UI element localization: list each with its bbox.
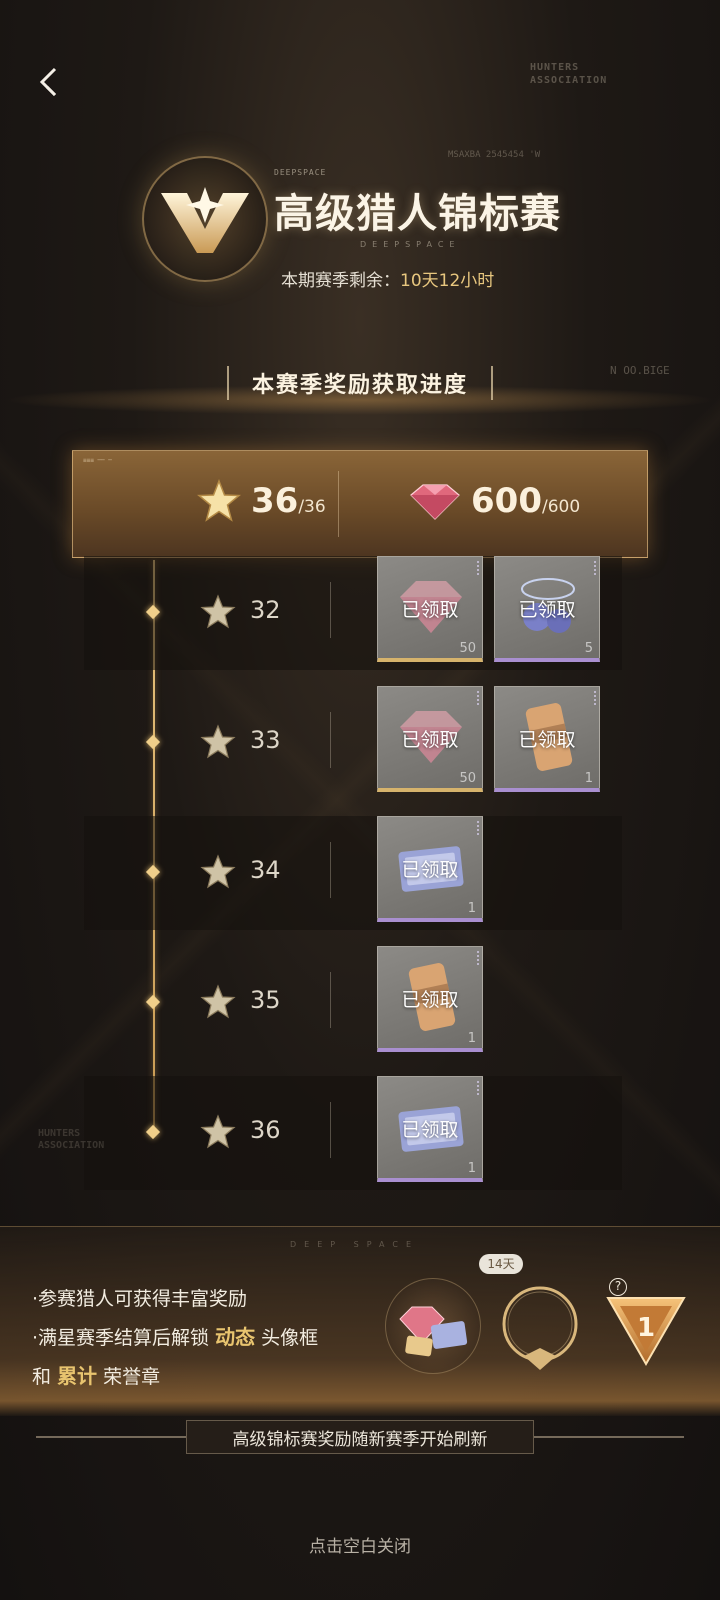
tier-row: 33 已领取 50 已领取 1 [84, 686, 622, 800]
note-line-1: ·参赛猎人可获得丰富奖励 [32, 1288, 248, 1310]
claimed-label: 已领取 [401, 729, 459, 751]
reward-slot[interactable]: 已领取 1 [377, 946, 483, 1052]
reward-quantity: 1 [467, 901, 476, 916]
reward-slot[interactable]: 已领取 50 [377, 556, 483, 662]
tier-divider [330, 972, 331, 1028]
reward-quantity: 1 [584, 771, 593, 786]
tier-divider [330, 712, 331, 768]
timeline-node [145, 994, 161, 1010]
season-remaining: 本期赛季剩余：10天12小时 [281, 266, 494, 291]
refresh-notice: 高级锦标赛奖励随新赛季开始刷新 [186, 1420, 534, 1454]
tier-divider [330, 1102, 331, 1158]
refresh-line-right [534, 1436, 684, 1438]
claimed-label: 已领取 [518, 729, 576, 751]
back-arrow-icon [39, 67, 57, 97]
rarity-marker [475, 1081, 479, 1095]
tier-divider [330, 842, 331, 898]
rarity-marker [475, 951, 479, 965]
rarity-marker [475, 691, 479, 705]
reward-notes: ·参赛猎人可获得丰富奖励 ·满星赛季结算后解锁 动态 头像框 和 累计 荣誉章 [32, 1280, 318, 1396]
title-watermark: DEEPSPACE [360, 240, 461, 249]
claimed-label: 已领取 [401, 989, 459, 1011]
help-icon[interactable]: ? [609, 1278, 627, 1296]
tier-stars: 36 [250, 1116, 281, 1144]
claimed-label: 已领取 [401, 599, 459, 621]
avatar-frame-reward[interactable] [492, 1278, 588, 1374]
duration-badge: 14天 [479, 1254, 523, 1274]
tier-stars: 33 [250, 726, 281, 754]
tier-stars: 32 [250, 596, 281, 624]
hunter-v-emblem-icon [161, 187, 249, 253]
gems-bundle-reward[interactable] [385, 1278, 481, 1374]
rarity-marker [475, 561, 479, 575]
summary-divider [338, 471, 339, 537]
section-title: 本赛季奖励获取进度 [227, 366, 493, 400]
deep-space-label: DEEP SPACE [290, 1240, 419, 1249]
tier-row: 32 已领取 50 已领取 5 [84, 556, 622, 670]
title-small-label: DEEPSPACE [274, 168, 327, 177]
claimed-label: 已领取 [401, 859, 459, 881]
tier-row: 34 已领取 1 [84, 816, 622, 930]
gem-icon [410, 484, 460, 520]
tier-stars: 35 [250, 986, 281, 1014]
summary-deco-tag: ≡≡≡ ── ─ [83, 457, 112, 464]
timeline-node [145, 864, 161, 880]
hunters-association-watermark: HUNTERS ASSOCIATION [38, 1128, 105, 1151]
stars-current: 36 [251, 481, 299, 521]
gems-bundle-icon [399, 1306, 468, 1357]
medal-number: 1 [637, 1313, 655, 1343]
refresh-line-left [36, 1436, 186, 1438]
reward-slot[interactable]: 已领取 1 [377, 1076, 483, 1182]
rarity-marker [592, 691, 596, 705]
reward-slot[interactable]: 已领取 50 [377, 686, 483, 792]
note-line-3: 和 累计 荣誉章 [32, 1364, 161, 1388]
reward-quantity: 1 [467, 1161, 476, 1176]
note-line-2: ·满星赛季结算后解锁 动态 头像框 [32, 1325, 319, 1349]
reward-quantity: 5 [584, 641, 593, 656]
gems-total: /600 [541, 497, 581, 517]
tier-divider [330, 582, 331, 638]
star-icon [200, 1114, 236, 1149]
hunters-association-tag: HUNTERS ASSOCIATION [530, 62, 608, 86]
tier-row: 35 已领取 1 [84, 946, 622, 1060]
gems-progress: 600/600 [471, 481, 580, 521]
stars-total: /36 [298, 497, 326, 517]
title-block: DEEPSPACE 高级猎人锦标赛 [274, 168, 561, 239]
gems-current: 600 [471, 481, 542, 521]
reward-quantity: 50 [459, 771, 476, 786]
rarity-marker [475, 821, 479, 835]
timeline-node [145, 734, 161, 750]
reward-quantity: 50 [459, 641, 476, 656]
coordinate-deco-text: MSAXBA 2545454 'W [448, 150, 541, 160]
claimed-label: 已领取 [518, 599, 576, 621]
code-deco-text: N OO.BIGE [610, 364, 670, 377]
star-icon [200, 724, 236, 759]
page-title: 高级猎人锦标赛 [274, 190, 561, 237]
star-icon [197, 479, 241, 522]
progress-summary: ≡≡≡ ── ─ 36/36 600/600 [72, 450, 648, 558]
timeline-node [145, 604, 161, 620]
highlight-cumulative: 累计 [57, 1364, 98, 1388]
star-icon [200, 984, 236, 1019]
tap-to-close-hint[interactable]: 点击空白关闭 [0, 1532, 720, 1557]
avatar-frame-icon [502, 1286, 578, 1370]
reward-slot[interactable]: 已领取 5 [494, 556, 600, 662]
rarity-marker [592, 561, 596, 575]
claimed-label: 已领取 [401, 1119, 459, 1141]
season-label: 本期赛季剩余： [281, 271, 400, 291]
back-button[interactable] [28, 62, 68, 102]
tier-row: 36 已领取 1 [84, 1076, 622, 1190]
star-icon [200, 854, 236, 889]
season-time: 10天12小时 [400, 271, 495, 291]
reward-slot[interactable]: 已领取 1 [377, 816, 483, 922]
star-icon [200, 594, 236, 629]
reward-quantity: 1 [467, 1031, 476, 1046]
tier-stars: 34 [250, 856, 281, 884]
tournament-emblem [142, 156, 268, 282]
timeline-node [145, 1124, 161, 1140]
stars-progress: 36/36 [251, 481, 326, 521]
highlight-dynamic: 动态 [215, 1325, 256, 1349]
reward-slot[interactable]: 已领取 1 [494, 686, 600, 792]
